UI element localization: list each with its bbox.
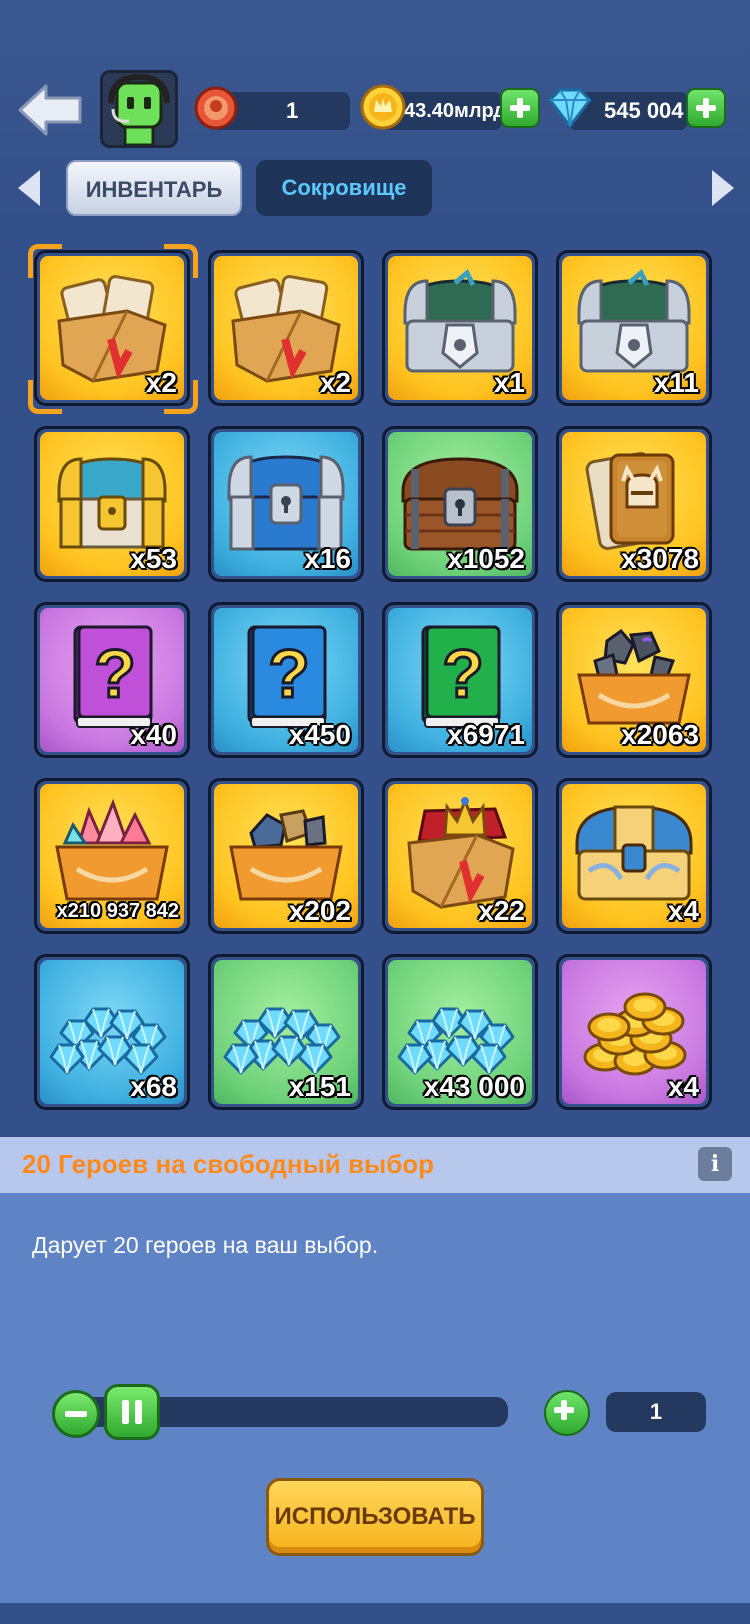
inventory-item[interactable]: x3078 — [556, 426, 712, 582]
inventory-item[interactable]: x4 — [556, 778, 712, 934]
add-gold-button[interactable] — [500, 88, 540, 128]
inventory-item[interactable]: x53 — [34, 426, 190, 582]
player-avatar[interactable] — [100, 70, 178, 148]
inventory-item[interactable]: x210 937 842 — [34, 778, 190, 934]
svg-text:?: ? — [94, 636, 136, 712]
inventory-item[interactable]: x11 — [556, 250, 712, 406]
item-count: x1 — [493, 367, 525, 398]
item-count: x3078 — [621, 543, 699, 574]
use-button[interactable]: ИСПОЛЬЗОВАТЬ — [266, 1478, 484, 1556]
back-arrow-icon[interactable] — [16, 80, 86, 140]
inventory-item[interactable]: x1 — [382, 250, 538, 406]
item-count: x151 — [288, 1071, 351, 1102]
diamond-icon — [548, 88, 592, 128]
inventory-grid: x2 x2 x1 x11 x53 x16 x1052 x3078 ? x40 ?… — [0, 240, 750, 1135]
item-count: x4 — [667, 1071, 699, 1102]
item-count: x40 — [130, 719, 177, 750]
inventory-item[interactable]: x4 — [556, 954, 712, 1110]
item-title: 20 Героев на свободный выбор — [22, 1149, 435, 1179]
quantity-slider-handle[interactable] — [104, 1384, 160, 1440]
inventory-item[interactable]: x202 — [208, 778, 364, 934]
bottom-strip — [0, 1603, 750, 1624]
tab-left-arrow-icon[interactable] — [14, 168, 44, 208]
item-count: x2063 — [621, 719, 699, 750]
item-count: x16 — [304, 543, 351, 574]
inventory-item[interactable]: x68 — [34, 954, 190, 1110]
inventory-item[interactable]: x22 — [382, 778, 538, 934]
item-count: x1052 — [447, 543, 525, 574]
inventory-item[interactable]: x2063 — [556, 602, 712, 758]
inventory-item[interactable]: x2 — [208, 250, 364, 406]
tab-right-arrow-icon[interactable] — [708, 168, 738, 208]
inventory-item[interactable]: x16 — [208, 426, 364, 582]
increase-quantity-button[interactable] — [544, 1390, 590, 1436]
item-count: x22 — [478, 895, 525, 926]
svg-text:?: ? — [442, 636, 484, 712]
item-count: x202 — [288, 895, 351, 926]
inventory-item[interactable]: ? x450 — [208, 602, 364, 758]
selection-corner — [28, 380, 62, 414]
robot-avatar-icon — [103, 73, 175, 145]
add-gems-button[interactable] — [686, 88, 726, 128]
item-description: Дарует 20 героев на ваш выбор. — [32, 1232, 379, 1258]
item-count: x6971 — [447, 719, 525, 750]
level-value: 1 — [286, 98, 299, 123]
item-count: x210 937 842 — [56, 900, 179, 922]
inventory-item[interactable]: x151 — [208, 954, 364, 1110]
item-count: x4 — [667, 895, 699, 926]
inventory-item[interactable]: x1052 — [382, 426, 538, 582]
hero-badge-icon — [194, 86, 238, 130]
item-count: x43 000 — [423, 1071, 525, 1102]
svg-text:?: ? — [268, 636, 310, 712]
item-count: x53 — [130, 543, 177, 574]
gems-value: 545 004 — [604, 98, 684, 123]
selection-corner — [164, 380, 198, 414]
quantity-value: 1 — [606, 1392, 706, 1432]
item-detail-header: 20 Героев на свободный выбор — [0, 1137, 750, 1193]
selection-corner — [164, 244, 198, 278]
selection-corner — [28, 244, 62, 278]
decrease-quantity-button[interactable] — [52, 1390, 100, 1438]
item-count: x2 — [319, 367, 351, 398]
inventory-item[interactable]: ? x40 — [34, 602, 190, 758]
gold-value: 43.40млрд — [404, 100, 506, 122]
tab-inventory[interactable]: ИНВЕНТАРЬ — [66, 160, 242, 216]
gold-coin-icon — [360, 84, 406, 130]
inventory-item[interactable]: x43 000 — [382, 954, 538, 1110]
item-count: x11 — [653, 367, 699, 398]
tab-treasure[interactable]: Сокровище — [256, 160, 432, 216]
item-count: x450 — [288, 719, 351, 750]
item-count: x68 — [130, 1071, 177, 1102]
inventory-item[interactable]: ? x6971 — [382, 602, 538, 758]
info-button[interactable]: i — [698, 1147, 732, 1181]
